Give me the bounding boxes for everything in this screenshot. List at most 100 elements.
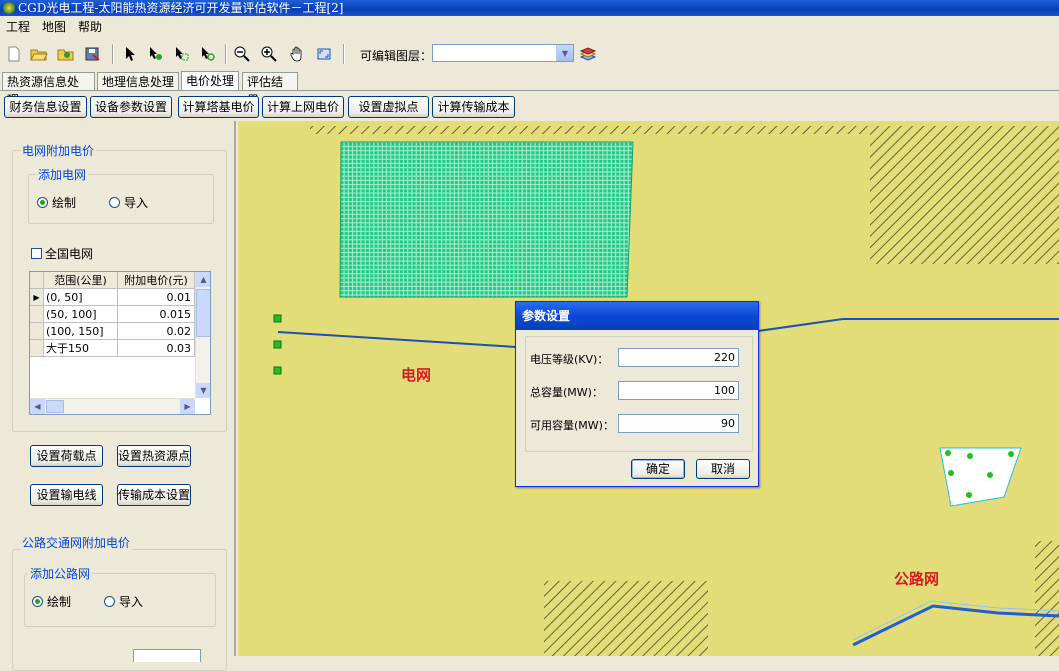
total-capacity-input[interactable]: 100 xyxy=(618,381,739,400)
scroll-up-icon[interactable]: ▲ xyxy=(196,272,210,287)
hatch-region xyxy=(630,126,870,134)
editable-layer-select[interactable]: ▼ xyxy=(432,44,574,62)
voltage-input[interactable]: 220 xyxy=(618,348,739,367)
scroll-right-icon[interactable]: ▶ xyxy=(180,399,195,414)
resource-point[interactable] xyxy=(945,450,951,456)
layers-icon[interactable] xyxy=(577,43,599,65)
left-panel: 电网附加电价 添加电网 绘制 导入 全国电网 范围(公里) 附加电价(元) ▶ … xyxy=(0,121,236,671)
zoom-in-icon[interactable] xyxy=(258,43,280,65)
radio-dot xyxy=(109,197,120,208)
set-transmission-line-button[interactable]: 设置输电线 xyxy=(30,484,103,506)
road-draw-radio[interactable]: 绘制 xyxy=(32,593,71,610)
tab-geo-info[interactable]: 地理信息处理 xyxy=(97,72,179,90)
scroll-thumb[interactable] xyxy=(196,289,210,337)
select-area-icon[interactable] xyxy=(170,43,192,65)
transmission-cost-button[interactable]: 计算传输成本 xyxy=(432,96,515,118)
resource-point[interactable] xyxy=(967,453,973,459)
financial-info-button[interactable]: 财务信息设置 xyxy=(4,96,87,118)
table-cell[interactable]: 0.02 xyxy=(118,323,195,340)
road-section-title: 公路交通网附加电价 xyxy=(20,534,133,551)
select-point-icon[interactable] xyxy=(196,43,218,65)
table-cell[interactable]: (100, 150] xyxy=(44,323,118,340)
table-cell[interactable]: (50, 100] xyxy=(44,306,118,323)
vertex-handle[interactable] xyxy=(273,340,282,349)
scroll-down-icon[interactable]: ▼ xyxy=(196,383,210,398)
row-selector-icon[interactable]: ▶ xyxy=(30,289,44,306)
table-header-price[interactable]: 附加电价(元) xyxy=(118,272,195,289)
select-arrow-icon[interactable] xyxy=(144,43,166,65)
window-title: CGD光电工程-太阳能热资源经济可开发量评估软件－工程[2] xyxy=(18,1,344,15)
pan-hand-icon[interactable] xyxy=(286,43,308,65)
menu-map[interactable]: 地图 xyxy=(36,17,72,37)
scroll-left-icon[interactable]: ◀ xyxy=(30,399,45,414)
resource-point[interactable] xyxy=(966,492,972,498)
transmission-cost-setting-button[interactable]: 传输成本设置 xyxy=(117,484,191,506)
cancel-button[interactable]: 取消 xyxy=(696,459,750,479)
save-icon[interactable] xyxy=(82,43,104,65)
add-road-title: 添加公路网 xyxy=(28,565,93,582)
menu-help[interactable]: 帮助 xyxy=(72,17,108,37)
action-bar: 财务信息设置 设备参数设置 计算塔基电价 计算上网电价 设置虚拟点 计算传输成本 xyxy=(0,92,1059,122)
total-capacity-label: 总容量(MW)： xyxy=(530,386,603,399)
radio-dot xyxy=(37,197,48,208)
table-horizontal-scrollbar[interactable]: ◀ ▶ xyxy=(30,398,195,414)
table-cell[interactable]: (0, 50] xyxy=(44,289,118,306)
pointer-icon[interactable] xyxy=(119,43,141,65)
grid-import-radio[interactable]: 导入 xyxy=(109,194,148,211)
table-cell[interactable]: 0.03 xyxy=(118,340,195,357)
dialog-title: 参数设置 xyxy=(516,302,758,330)
available-capacity-label: 可用容量(MW)： xyxy=(530,419,614,432)
national-grid-checkbox[interactable]: 全国电网 xyxy=(31,245,93,262)
grid-draw-radio[interactable]: 绘制 xyxy=(37,194,76,211)
table-cell[interactable]: 0.015 xyxy=(118,306,195,323)
new-file-icon[interactable] xyxy=(3,43,25,65)
available-capacity-input[interactable]: 90 xyxy=(618,414,739,433)
parameter-dialog: 参数设置 电压等级(KV)： 220 总容量(MW)： 100 可用容量(MW)… xyxy=(515,301,759,487)
grid-section-title: 电网附加电价 xyxy=(20,142,97,159)
main-tabs: 热资源信息处理 地理信息处理 电价处理 评估结果 xyxy=(0,71,1059,107)
menu-project[interactable]: 工程 xyxy=(0,17,36,37)
hatch-region xyxy=(870,126,1059,264)
table-cell[interactable]: 大于150 xyxy=(44,340,118,357)
open-project-icon[interactable] xyxy=(55,43,77,65)
national-grid-label: 全国电网 xyxy=(45,247,94,261)
voltage-label: 电压等级(KV)： xyxy=(530,353,609,366)
road-import-radio[interactable]: 导入 xyxy=(104,593,143,610)
chevron-down-icon[interactable]: ▼ xyxy=(556,45,573,61)
add-grid-title: 添加电网 xyxy=(36,166,89,183)
zoom-out-icon[interactable] xyxy=(231,43,253,65)
resource-point[interactable] xyxy=(948,470,954,476)
tab-evaluation-result[interactable]: 评估结果 xyxy=(242,72,298,107)
vertex-handle[interactable] xyxy=(273,314,282,323)
tab-electricity-price[interactable]: 电价处理 xyxy=(181,71,239,91)
road-draw-label: 绘制 xyxy=(47,595,72,609)
vertex-handle[interactable] xyxy=(273,366,282,375)
road-import-label: 导入 xyxy=(119,595,144,609)
resource-point[interactable] xyxy=(987,472,993,478)
table-header-range[interactable]: 范围(公里) xyxy=(44,272,118,289)
virtual-point-button[interactable]: 设置虚拟点 xyxy=(348,96,429,118)
full-extent-icon[interactable] xyxy=(313,43,335,65)
set-heat-point-button[interactable]: 设置热资源点 xyxy=(117,445,191,467)
tower-price-button[interactable]: 计算塔基电价 xyxy=(178,96,259,118)
scroll-thumb[interactable] xyxy=(46,400,64,413)
grid-draw-label: 绘制 xyxy=(52,196,77,210)
ok-button[interactable]: 确定 xyxy=(631,459,685,479)
resource-point[interactable] xyxy=(1008,451,1014,457)
window-title-bar: CGD光电工程-太阳能热资源经济可开发量评估软件－工程[2] xyxy=(0,0,1059,16)
grid-map-label: 电网 xyxy=(401,366,431,384)
grid-price-button[interactable]: 计算上网电价 xyxy=(262,96,344,118)
green-region xyxy=(339,141,634,298)
equipment-params-button[interactable]: 设备参数设置 xyxy=(90,96,172,118)
open-folder-icon[interactable] xyxy=(28,43,50,65)
app-icon xyxy=(3,2,15,14)
table-vertical-scrollbar[interactable]: ▲ ▼ xyxy=(195,272,210,398)
tab-heat-resource[interactable]: 热资源信息处理 xyxy=(2,72,95,107)
toolbar: 可编辑图层： ▼ xyxy=(0,39,1059,69)
price-range-table[interactable]: 范围(公里) 附加电价(元) ▶ (0, 50] 0.01 (50, 100] … xyxy=(29,271,211,415)
hatch-region xyxy=(544,581,708,656)
set-load-point-button[interactable]: 设置荷载点 xyxy=(30,445,103,467)
grid-import-label: 导入 xyxy=(124,196,149,210)
menu-bar: 工程 地图 帮助 xyxy=(0,17,1059,37)
table-cell[interactable]: 0.01 xyxy=(118,289,195,306)
